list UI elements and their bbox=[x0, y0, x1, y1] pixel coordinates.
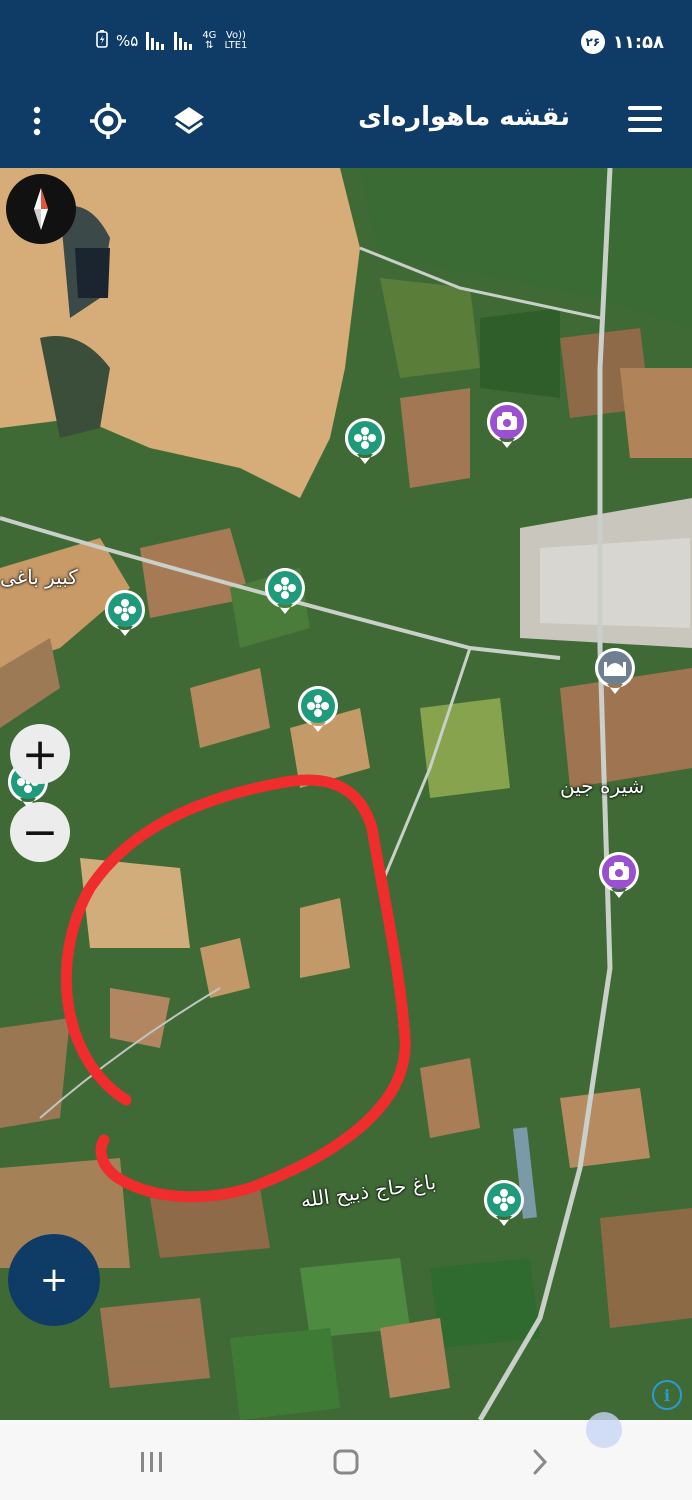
home-icon[interactable] bbox=[326, 1444, 366, 1480]
status-bar: ۲۶ ۱۱:۵۸ %۵ 4G ⇅ Vo)) LTE1 bbox=[0, 0, 692, 74]
place-label: شیره جین bbox=[560, 774, 645, 798]
garden-marker[interactable] bbox=[103, 588, 147, 636]
status-time: ۱۱:۵۸ bbox=[612, 31, 664, 53]
page-title: نقشه ماهواره‌ای bbox=[358, 102, 570, 132]
status-time-group: ۲۶ ۱۱:۵۸ bbox=[580, 30, 664, 54]
garden-marker[interactable] bbox=[343, 416, 387, 464]
compass-icon bbox=[34, 188, 48, 230]
network-type: 4G ⇅ bbox=[202, 30, 217, 51]
status-indicators: %۵ 4G ⇅ Vo)) LTE1 bbox=[96, 30, 247, 52]
garden-marker[interactable] bbox=[482, 1178, 526, 1226]
zoom-out-button[interactable]: − bbox=[10, 802, 70, 862]
back-icon[interactable] bbox=[520, 1444, 560, 1480]
volte-indicator: Vo)) LTE1 bbox=[224, 30, 248, 51]
place-label: کبیر باغی bbox=[0, 565, 78, 589]
satellite-map[interactable]: کبیر باغی شیره جین باغ حاج ذبیح الله bbox=[0, 168, 692, 1420]
zoom-in-button[interactable]: + bbox=[10, 724, 70, 784]
compass-button[interactable] bbox=[6, 174, 76, 244]
system-nav-bar bbox=[0, 1412, 692, 1500]
battery-icon bbox=[96, 30, 108, 52]
signal-icon-2 bbox=[174, 32, 194, 50]
add-button[interactable]: + bbox=[8, 1234, 100, 1326]
my-location-icon[interactable] bbox=[87, 100, 129, 142]
mosque-marker[interactable] bbox=[593, 646, 637, 694]
garden-marker[interactable] bbox=[263, 566, 307, 614]
signal-icon bbox=[146, 32, 166, 50]
garden-marker[interactable] bbox=[296, 684, 340, 732]
battery-percent: %۵ bbox=[116, 32, 139, 50]
recent-apps-icon[interactable] bbox=[132, 1444, 172, 1480]
app-bar: نقشه ماهواره‌ای bbox=[0, 74, 692, 168]
info-icon[interactable]: i bbox=[652, 1380, 682, 1410]
layers-icon[interactable] bbox=[168, 100, 210, 142]
notification-badge: ۲۶ bbox=[580, 30, 605, 54]
camera-marker[interactable] bbox=[485, 400, 529, 448]
touch-indicator bbox=[586, 1412, 622, 1448]
more-vert-icon[interactable] bbox=[16, 100, 58, 142]
menu-icon[interactable] bbox=[628, 106, 662, 134]
camera-marker[interactable] bbox=[597, 850, 641, 898]
